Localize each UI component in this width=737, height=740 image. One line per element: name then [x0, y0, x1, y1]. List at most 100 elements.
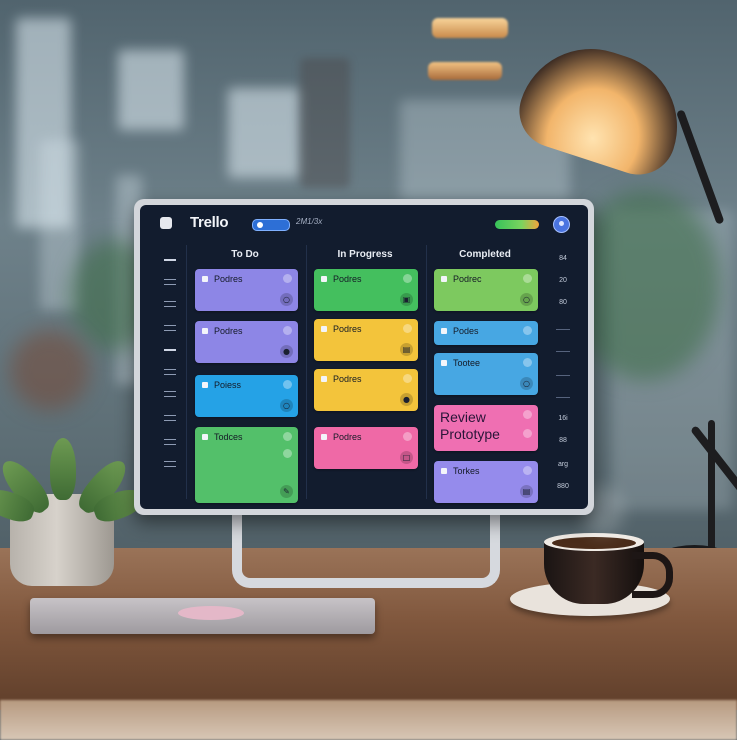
checkbox[interactable] [441, 276, 447, 282]
app-logo-icon[interactable] [160, 217, 172, 229]
monitor: Trello 2M1/3x To Do Podres ○ Podres ● Po… [134, 199, 594, 515]
column-title: In Progress [337, 249, 393, 260]
checkbox[interactable] [202, 328, 208, 334]
card[interactable]: Podres ● [195, 321, 298, 363]
card[interactable]: Podrec ○ [434, 269, 538, 311]
status-dot [523, 274, 532, 283]
checkbox[interactable] [321, 276, 327, 282]
rail-item[interactable] [164, 461, 176, 467]
board-meta: 2M1/3x [296, 217, 323, 226]
card[interactable]: Podes [434, 321, 538, 345]
card-title: Poiess [214, 380, 242, 390]
column-completed: Completed Podrec ○ Podes Tootee ○ Review… [426, 245, 543, 503]
checkbox[interactable] [321, 326, 327, 332]
status-dot [403, 374, 412, 383]
trello-screen: Trello 2M1/3x To Do Podres ○ Podres ● Po… [140, 205, 588, 509]
checkbox[interactable] [202, 276, 208, 282]
card-title: Todces [214, 432, 243, 442]
bulb-icon: ● [400, 393, 413, 406]
status-dot [283, 432, 292, 441]
lock-icon: ○ [280, 399, 293, 412]
rail-item[interactable] [164, 325, 176, 331]
status-dot [283, 274, 292, 283]
status-dot [283, 449, 292, 458]
clipboard-icon: ▤ [520, 485, 533, 498]
checkbox[interactable] [321, 376, 327, 382]
checkbox[interactable] [202, 434, 208, 440]
monitor-stand [232, 512, 500, 588]
rail-divider [556, 397, 570, 398]
status-dot [523, 429, 532, 438]
card-title: Podres [333, 374, 362, 384]
column-title: Completed [459, 249, 511, 260]
status-dot [523, 410, 532, 419]
rail-item[interactable] [164, 391, 176, 397]
status-dot [403, 274, 412, 283]
checkbox[interactable] [441, 468, 447, 474]
card[interactable]: Review Prototype [434, 405, 538, 451]
card-title: Review Prototype [440, 409, 500, 442]
card-title: Podres [333, 432, 362, 442]
card[interactable]: Torkes ▤ [434, 461, 538, 503]
top-bar: Trello 2M1/3x [140, 205, 588, 241]
rail-label: arg [557, 461, 569, 468]
rail-divider [556, 375, 570, 376]
copy-icon: ▤ [400, 343, 413, 356]
card[interactable]: Podres ▤ [314, 319, 418, 361]
rail-label: 88 [559, 437, 567, 444]
avatar[interactable] [553, 216, 570, 233]
status-dot [403, 432, 412, 441]
rail-item[interactable] [164, 439, 176, 445]
lock-icon: ○ [280, 293, 293, 306]
card[interactable]: Podres ▣ [314, 269, 418, 311]
card[interactable]: Podres □ [314, 427, 418, 469]
rail-divider [556, 329, 570, 330]
card[interactable]: Podres ● [314, 369, 418, 411]
card[interactable]: Podres ○ [195, 269, 298, 311]
status-dot [523, 466, 532, 475]
menu-icon[interactable] [164, 259, 176, 261]
rail-item[interactable] [164, 369, 176, 375]
rail-label: 16i [558, 415, 568, 422]
card[interactable]: Tootee ○ [434, 353, 538, 395]
card-title: Podres [214, 326, 243, 336]
column-title: To Do [231, 249, 259, 260]
card[interactable]: Todces ✎ [195, 427, 298, 503]
rail-item[interactable] [164, 349, 176, 351]
closed-laptop [30, 598, 375, 634]
status-dot [523, 326, 532, 335]
card-title: Tootee [453, 358, 481, 368]
box-icon: ▣ [400, 293, 413, 306]
status-dot [403, 324, 412, 333]
card-title: Podrec [453, 274, 482, 284]
checkbox[interactable] [441, 360, 447, 366]
person-icon: ● [280, 345, 293, 358]
card-title: Podes [453, 326, 479, 336]
card-title: Podres [333, 274, 362, 284]
rail-label: 84 [559, 255, 567, 262]
lock-icon: ○ [520, 293, 533, 306]
edit-icon: ✎ [280, 485, 293, 498]
card-title: Torkes [453, 466, 480, 476]
progress-pill[interactable] [495, 220, 539, 229]
board-switch[interactable] [252, 219, 290, 231]
card[interactable]: Poiess ○ [195, 375, 298, 417]
status-dot [523, 358, 532, 367]
lock-icon: ○ [520, 377, 533, 390]
calendar-icon: □ [400, 451, 413, 464]
column-to-do: To Do Podres ○ Podres ● Poiess ○ Todces … [186, 245, 303, 503]
rail-item[interactable] [164, 415, 176, 421]
app-title: Trello [190, 214, 229, 231]
checkbox[interactable] [202, 382, 208, 388]
rail-label: 880 [557, 483, 569, 490]
status-dot [283, 326, 292, 335]
column-in-progress: In Progress Podres ▣ Podres ▤ Podres ● P… [306, 245, 423, 499]
status-dot [283, 380, 292, 389]
rail-item[interactable] [164, 279, 176, 285]
checkbox[interactable] [321, 434, 327, 440]
rail-item[interactable] [164, 301, 176, 307]
checkbox[interactable] [441, 328, 447, 334]
rail-label: 20 [559, 277, 567, 284]
right-rail: 84 20 80 16i 88 arg 880 [548, 245, 578, 499]
rail-divider [556, 351, 570, 352]
